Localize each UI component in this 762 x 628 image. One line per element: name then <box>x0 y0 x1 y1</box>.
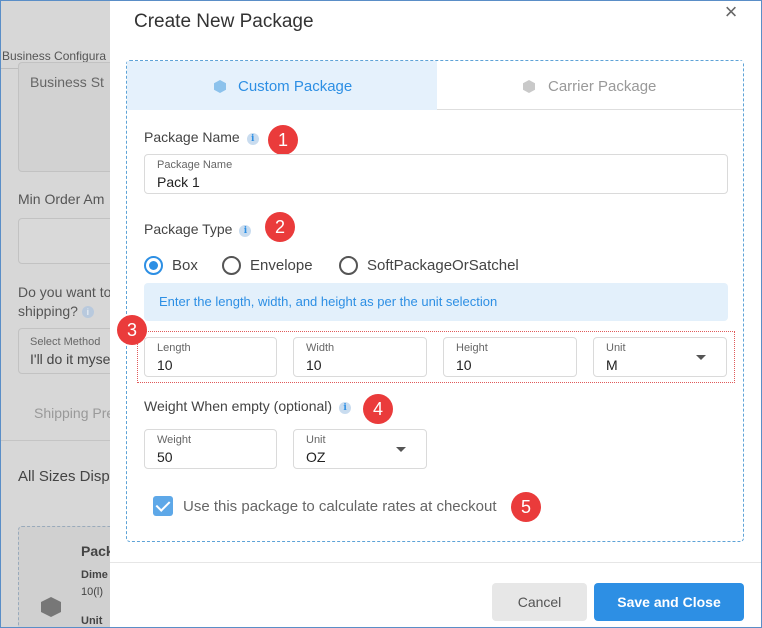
calculate-rates-label: Use this package to calculate rates at c… <box>183 498 497 515</box>
dimension-unit-label: Unit <box>606 342 626 354</box>
modal-title: Create New Package <box>134 11 314 32</box>
annotation-badge-3: 3 <box>117 315 147 345</box>
annotation-badge-5: 5 <box>511 492 541 522</box>
bg-shipping-link: Shipping Pre <box>34 405 110 421</box>
bg-all-sizes-label: All Sizes Disp <box>18 468 110 485</box>
width-value: 10 <box>306 357 322 373</box>
height-field[interactable]: Height 10 <box>443 337 577 377</box>
width-field[interactable]: Width 10 <box>293 337 427 377</box>
weight-unit-select[interactable]: Unit OZ <box>293 429 427 469</box>
bg-tab-business-configuration: Business Configura <box>2 49 107 63</box>
info-icon[interactable]: i <box>246 133 259 145</box>
radio-softpackage-indicator <box>339 256 358 275</box>
dimensions-hint: Enter the length, width, and height as p… <box>144 283 728 321</box>
bg-info-icon: i <box>81 306 94 319</box>
width-label: Width <box>306 342 335 354</box>
bg-card-dimensions-label: Dime <box>81 569 108 581</box>
dimension-unit-select[interactable]: Unit M <box>593 337 727 377</box>
radio-box-label: Box <box>172 257 198 274</box>
length-field[interactable]: Length 10 <box>144 337 277 377</box>
info-icon[interactable]: i <box>239 225 252 237</box>
weight-section-label: Weight When empty (optional) i <box>144 398 352 414</box>
package-icon <box>523 80 535 93</box>
package-type-section-label: Package Type i <box>144 221 252 237</box>
save-and-close-button[interactable]: Save and Close <box>594 583 744 621</box>
package-name-section-label: Package Name i <box>144 129 259 145</box>
tab-custom-package[interactable]: Custom Package <box>127 61 437 110</box>
modal-footer: Cancel Save and Close <box>110 562 762 628</box>
radio-box-indicator <box>144 256 163 275</box>
bg-card-dimensions-value: 10(l) <box>81 586 104 598</box>
tab-carrier-package[interactable]: Carrier Package <box>437 61 743 110</box>
modal-header: Create New Package × <box>110 0 762 45</box>
bg-select-value: I'll do it myse <box>30 351 110 367</box>
bg-question-line2: shipping? i <box>18 303 94 319</box>
background-page: Business Configura Business St Min Order… <box>0 0 110 628</box>
chevron-down-icon <box>696 355 706 360</box>
weight-unit-value: OZ <box>306 449 326 465</box>
weight-field[interactable]: Weight 50 <box>144 429 277 469</box>
bg-package-card: Pack Dime 10(l) Unit <box>18 526 110 628</box>
annotation-badge-1: 1 <box>268 125 298 155</box>
create-package-modal: Create New Package × Custom Package Carr… <box>110 0 762 628</box>
bg-min-order-input <box>18 218 110 264</box>
bg-select-label: Select Method <box>30 336 101 348</box>
bg-card-title: Pack <box>81 543 110 559</box>
dimension-unit-value: M <box>606 357 618 373</box>
bg-question-line1: Do you want to <box>18 284 110 300</box>
bg-select-method: Select Method I'll do it myse <box>18 328 110 374</box>
tab-carrier-package-label: Carrier Package <box>548 78 657 95</box>
package-name-field[interactable]: Package Name Pack 1 <box>144 154 728 194</box>
bg-package-icon <box>41 597 61 617</box>
radio-envelope-label: Envelope <box>250 257 313 274</box>
bg-min-order-label: Min Order Am <box>18 191 105 207</box>
annotation-badge-2: 2 <box>265 212 295 242</box>
bg-card-unit-label: Unit <box>81 615 103 627</box>
bg-divider <box>0 440 110 441</box>
radio-envelope-indicator <box>222 256 241 275</box>
package-form-panel: Custom Package Carrier Package Package N… <box>117 60 744 542</box>
dimensions-hint-text: Enter the length, width, and height as p… <box>159 294 498 309</box>
calculate-rates-checkbox[interactable] <box>153 496 173 516</box>
package-name-field-label: Package Name <box>157 159 233 171</box>
tab-custom-package-label: Custom Package <box>238 78 353 95</box>
package-tabs: Custom Package Carrier Package <box>127 61 743 110</box>
height-value: 10 <box>456 357 472 373</box>
info-icon[interactable]: i <box>339 402 352 414</box>
bg-textarea-value: Business St <box>30 74 104 90</box>
height-label: Height <box>456 342 488 354</box>
length-label: Length <box>157 342 191 354</box>
weight-unit-label: Unit <box>306 434 326 446</box>
dimensions-highlight: Length 10 Width 10 Height 10 Unit M <box>137 331 735 383</box>
annotation-badge-4: 4 <box>363 394 393 424</box>
bg-business-textarea: Business St <box>18 62 110 172</box>
package-icon <box>214 80 226 93</box>
close-icon[interactable]: × <box>720 1 742 24</box>
length-value: 10 <box>157 357 173 373</box>
weight-label: Weight <box>157 434 192 446</box>
chevron-down-icon <box>396 447 406 452</box>
package-name-value: Pack 1 <box>157 174 200 190</box>
radio-softpackage-label: SoftPackageOrSatchel <box>367 257 519 274</box>
cancel-button[interactable]: Cancel <box>492 583 587 621</box>
weight-value: 50 <box>157 449 173 465</box>
